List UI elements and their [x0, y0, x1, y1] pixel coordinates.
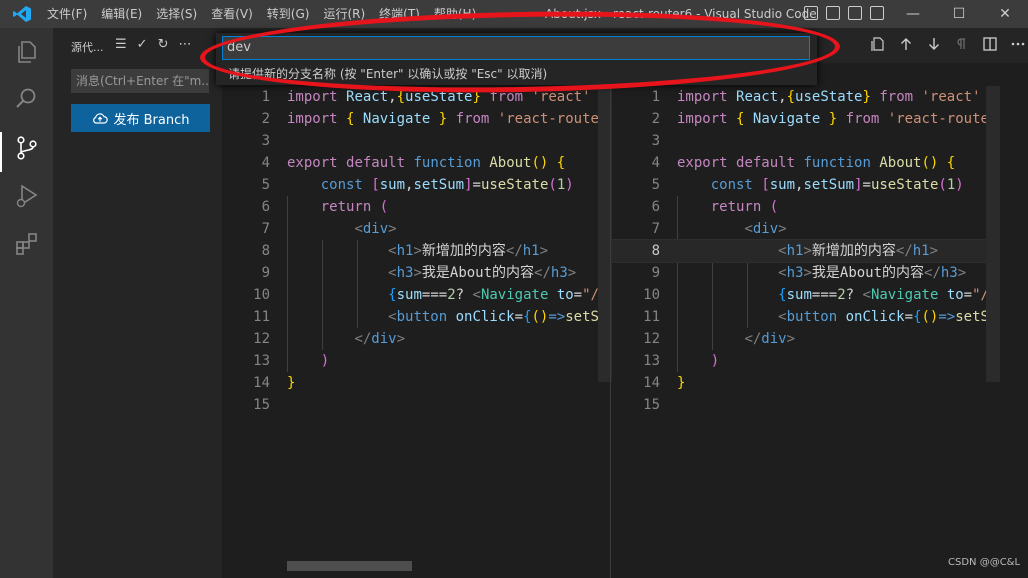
- code-line: 12 </div>: [643, 331, 796, 347]
- code-line: 3: [651, 133, 660, 149]
- code-line: 1 import React,{useState} from 'react': [651, 89, 981, 105]
- split-editor-icon[interactable]: [982, 36, 998, 52]
- cloud-upload-icon: [92, 113, 108, 124]
- more-editor-actions-icon[interactable]: [1010, 36, 1026, 52]
- code-line: 5 const [sum,setSum]=useState(1): [261, 177, 574, 193]
- active-indicator: [0, 132, 2, 172]
- code-line: 11 <button onClick={()=>setSum: [643, 309, 987, 325]
- commit-message-input[interactable]: 消息(Ctrl+Enter 在"m...: [71, 69, 209, 93]
- vscode-logo-icon: [13, 6, 31, 22]
- publish-branch-button[interactable]: 发布 Branch: [71, 104, 210, 132]
- menu-go[interactable]: 转到(G): [260, 0, 317, 28]
- layout-controls: [804, 6, 884, 20]
- previous-change-icon[interactable]: [898, 36, 914, 52]
- diff-modified-pane[interactable]: 1 import React,{useState} from 'react' 2i…: [612, 86, 987, 566]
- code-line: 4 export default function About() {: [651, 155, 956, 171]
- code-line: 7 <div>: [261, 221, 397, 237]
- minimize-button[interactable]: —: [890, 0, 936, 28]
- code-line: 4 export default function About() {: [261, 155, 566, 171]
- code-line: 2import { Navigate } from 'react-router-…: [261, 111, 598, 127]
- editor-actions: [870, 36, 1026, 52]
- menu-selection[interactable]: 选择(S): [149, 0, 204, 28]
- code-line: 12 </div>: [253, 331, 406, 347]
- toggle-secondary-sidebar-icon[interactable]: [848, 6, 862, 20]
- run-debug-icon[interactable]: [14, 183, 40, 209]
- customize-layout-icon[interactable]: [870, 6, 884, 20]
- code-line: 14}: [253, 375, 296, 391]
- watermark: CSDN @@C&L: [948, 557, 1021, 568]
- code-line: 13 ): [643, 353, 720, 369]
- code-line: 15: [253, 397, 270, 413]
- code-line: 11 <button onClick={()=>setSum: [253, 309, 598, 325]
- code-line: 9 <h3>我是About的内容</h3>: [651, 265, 967, 281]
- commit-check-icon[interactable]: ✓: [137, 37, 148, 52]
- diff-original-pane[interactable]: 1 import React,{useState} from 'react' 2i…: [222, 86, 598, 566]
- code-line: 2import { Navigate } from 'react-router-…: [651, 111, 987, 127]
- search-icon[interactable]: [14, 86, 40, 112]
- sidebar-actions: ☰ ✓ ↻ ⋯: [115, 37, 191, 52]
- code-line: 6 return (: [261, 199, 389, 215]
- next-change-icon[interactable]: [926, 36, 942, 52]
- view-as-tree-icon[interactable]: ☰: [115, 37, 127, 52]
- code-line: 6 return (: [651, 199, 779, 215]
- code-line: 13 ): [253, 353, 330, 369]
- more-actions-icon[interactable]: ⋯: [178, 37, 191, 52]
- code-line: 8 <h1>新增加的内容</h1>: [261, 243, 549, 259]
- close-button[interactable]: ✕: [982, 0, 1028, 28]
- extensions-icon[interactable]: [14, 231, 40, 257]
- open-file-icon[interactable]: [870, 36, 886, 52]
- menu-edit[interactable]: 编辑(E): [94, 0, 149, 28]
- window-controls: — ☐ ✕: [890, 0, 1028, 28]
- toggle-whitespace-icon[interactable]: [954, 36, 970, 52]
- source-control-icon[interactable]: [14, 135, 40, 161]
- code-line: 10 {sum===2? <Navigate to="/: [253, 287, 598, 303]
- diff-divider[interactable]: [610, 86, 611, 578]
- source-control-sidebar: 源代... ☰ ✓ ↻ ⋯ 消息(Ctrl+Enter 在"m... 发布 Br…: [53, 28, 222, 578]
- code-line: 10 {sum===2? <Navigate to="/: [643, 287, 987, 303]
- horizontal-scrollbar[interactable]: [287, 561, 412, 571]
- menu-file[interactable]: 文件(F): [40, 0, 94, 28]
- publish-branch-label: 发布 Branch: [113, 112, 190, 128]
- code-line: 3: [261, 133, 270, 149]
- explorer-icon[interactable]: [14, 39, 40, 65]
- toggle-primary-sidebar-icon[interactable]: [804, 6, 818, 20]
- code-line: 9 <h3>我是About的内容</h3>: [261, 265, 577, 281]
- sidebar-title: 源代...: [71, 41, 104, 54]
- code-line: 15: [643, 397, 660, 413]
- right-pane-scrollbar[interactable]: [986, 86, 1000, 382]
- maximize-button[interactable]: ☐: [936, 0, 982, 28]
- code-line: 14}: [643, 375, 686, 391]
- activity-bar: [0, 28, 53, 578]
- refresh-icon[interactable]: ↻: [158, 37, 169, 52]
- menu-view[interactable]: 查看(V): [204, 0, 260, 28]
- code-line: 7 <div>: [651, 221, 787, 237]
- code-line: 5 const [sum,setSum]=useState(1): [651, 177, 964, 193]
- code-line-current: 8 <h1>新增加的内容</h1>: [612, 239, 987, 263]
- toggle-panel-icon[interactable]: [826, 6, 840, 20]
